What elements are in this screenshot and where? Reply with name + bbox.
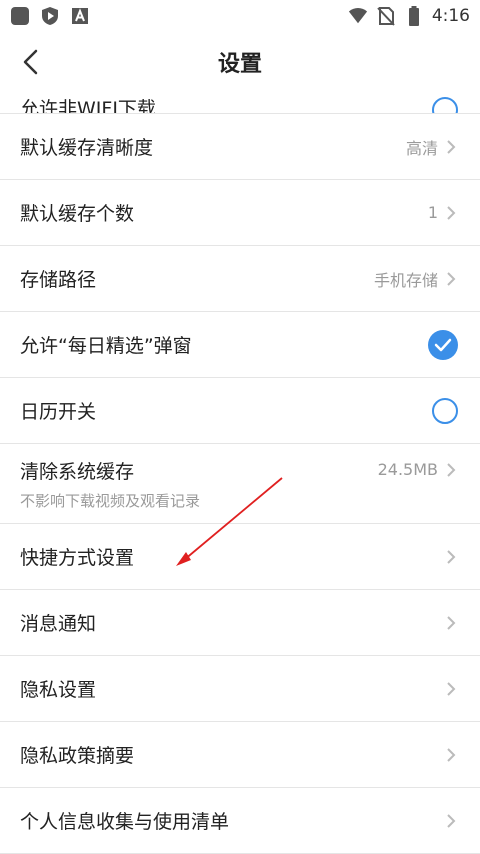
chevron-right-icon <box>446 614 458 632</box>
chevron-right-icon <box>446 461 458 479</box>
wifi-icon <box>348 6 368 26</box>
setting-label: 日历开关 <box>20 401 97 423</box>
setting-shortcut[interactable]: 快捷方式设置 <box>0 524 480 590</box>
setting-label: 个人信息收集与使用清单 <box>20 811 230 833</box>
font-a-icon <box>70 6 90 26</box>
chevron-right-icon <box>446 138 458 156</box>
setting-label: 隐私设置 <box>20 679 97 701</box>
setting-label: 默认缓存个数 <box>20 203 135 225</box>
daily-popup-toggle[interactable] <box>428 329 458 360</box>
wifi-download-toggle[interactable] <box>432 97 458 113</box>
setting-clear-cache[interactable]: 清除系统缓存 不影响下载视频及观看记录 24.5MB <box>0 444 480 524</box>
setting-label: 存储路径 <box>20 269 97 291</box>
chevron-right-icon <box>446 746 458 764</box>
setting-label: 默认缓存清晰度 <box>20 137 154 159</box>
setting-value: 高清 <box>405 138 438 158</box>
setting-label: 快捷方式设置 <box>20 547 135 569</box>
battery-icon <box>404 6 424 26</box>
setting-wifi-download[interactable]: 允许非WIFI下载 <box>0 92 480 114</box>
setting-label: 允许非WIFI下载 <box>20 98 156 114</box>
setting-label: 消息通知 <box>20 613 97 635</box>
setting-calendar[interactable]: 日历开关 <box>0 378 480 444</box>
setting-value: 1 <box>427 203 438 222</box>
setting-label: 清除系统缓存 <box>20 460 135 483</box>
check-icon <box>434 338 452 351</box>
setting-sublabel: 不影响下载视频及观看记录 <box>20 491 201 510</box>
setting-cache-count[interactable]: 默认缓存个数 1 <box>0 180 480 246</box>
app-square-icon <box>10 6 30 26</box>
setting-label: 隐私政策摘要 <box>20 745 135 767</box>
status-right-icons: 4:16 <box>348 6 470 26</box>
setting-storage-path[interactable]: 存储路径 手机存储 <box>0 246 480 312</box>
settings-list: 允许非WIFI下载 默认缓存清晰度 高清 默认缓存个数 1 存储路径 手机存储 … <box>0 92 480 854</box>
back-button[interactable] <box>12 44 48 80</box>
chevron-right-icon <box>446 204 458 222</box>
page-title: 设置 <box>217 52 262 77</box>
chevron-right-icon <box>446 812 458 830</box>
chevron-right-icon <box>446 548 458 566</box>
setting-cache-quality[interactable]: 默认缓存清晰度 高清 <box>0 114 480 180</box>
setting-personal-info[interactable]: 个人信息收集与使用清单 <box>0 788 480 854</box>
setting-notifications[interactable]: 消息通知 <box>0 590 480 656</box>
setting-value: 手机存储 <box>373 270 438 290</box>
setting-label: 允许“每日精选”弹窗 <box>20 335 192 357</box>
chevron-right-icon <box>446 270 458 288</box>
header: 设置 <box>0 32 480 92</box>
status-bar: 4:16 <box>0 0 480 32</box>
status-left-icons <box>10 6 90 26</box>
shield-play-icon <box>40 6 60 26</box>
status-time: 4:16 <box>431 6 470 26</box>
setting-value: 24.5MB <box>377 460 438 479</box>
setting-daily-popup[interactable]: 允许“每日精选”弹窗 <box>0 312 480 378</box>
setting-privacy-summary[interactable]: 隐私政策摘要 <box>0 722 480 788</box>
no-sim-icon <box>376 6 396 26</box>
calendar-toggle[interactable] <box>432 397 458 424</box>
chevron-left-icon <box>23 49 38 75</box>
chevron-right-icon <box>446 680 458 698</box>
setting-privacy-settings[interactable]: 隐私设置 <box>0 656 480 722</box>
